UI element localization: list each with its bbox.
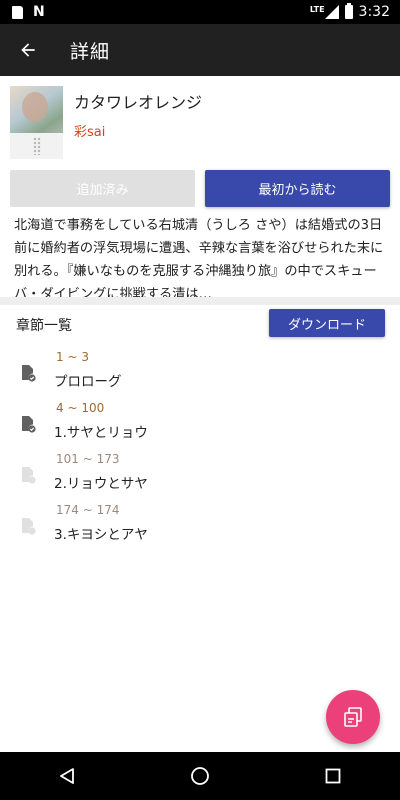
nav-recents-button[interactable] xyxy=(303,752,363,800)
signal-icon xyxy=(324,5,339,19)
section-divider xyxy=(0,297,400,305)
chapter-item[interactable]: 101 ~ 173 2.リョウとサヤ xyxy=(0,452,400,503)
chapter-item[interactable]: 174 ~ 174 3.キヨシとアヤ xyxy=(0,503,400,554)
page-title: 詳細 xyxy=(70,40,111,63)
nav-home-button[interactable] xyxy=(170,752,230,800)
app-bar: 詳細 xyxy=(0,24,400,76)
chapter-name: 3.キヨシとアヤ xyxy=(54,527,148,543)
book-author[interactable]: 彩sai xyxy=(74,121,105,140)
downloaded-file-icon xyxy=(22,365,36,382)
file-not-downloaded-icon xyxy=(22,467,36,484)
chapter-item[interactable]: 1 ~ 3 プロローグ xyxy=(0,350,400,401)
system-nav-bar xyxy=(0,752,400,800)
chapter-range: 1 ~ 3 xyxy=(56,350,89,364)
swap-reading-fab[interactable] xyxy=(326,690,380,744)
chapter-range: 4 ~ 100 xyxy=(56,401,105,415)
read-from-start-button[interactable]: 最初から読む xyxy=(205,170,390,207)
arrow-back-icon xyxy=(21,43,35,57)
chapter-name: 1.サヤとリョウ xyxy=(54,425,148,441)
chapter-range: 101 ~ 173 xyxy=(56,452,120,466)
chapter-name: 2.リョウとサヤ xyxy=(54,476,148,492)
chapter-range: 174 ~ 174 xyxy=(56,503,120,517)
download-button[interactable]: ダウンロード xyxy=(269,309,385,337)
status-bar: N LTE 3:32 xyxy=(0,0,400,24)
nav-back-icon xyxy=(59,768,74,784)
cover-placeholder-icon xyxy=(33,137,41,155)
chapter-list-heading: 章節一覧 xyxy=(16,318,72,334)
book-synopsis[interactable]: 北海道で事務をしている右城清（うしろ さや）は結婚式の3日前に婚約者の浮気現場に… xyxy=(14,214,386,306)
added-to-library-button[interactable]: 追加済み xyxy=(10,170,195,207)
file-not-downloaded-icon xyxy=(22,518,36,535)
status-time: 3:32 xyxy=(358,4,390,20)
downloaded-file-icon xyxy=(22,416,36,433)
swap-reading-icon xyxy=(344,707,362,727)
lte-label: LTE xyxy=(309,4,325,14)
back-button[interactable] xyxy=(0,24,56,76)
book-cover-image[interactable] xyxy=(10,86,63,159)
sd-card-icon xyxy=(12,5,23,19)
battery-icon xyxy=(344,3,353,19)
nav-recents-icon xyxy=(325,768,341,784)
book-header: カタワレオレンジ 彩sai xyxy=(0,76,400,166)
n-notification-icon: N xyxy=(33,4,45,20)
book-title: カタワレオレンジ xyxy=(74,93,203,112)
chapter-item[interactable]: 4 ~ 100 1.サヤとリョウ xyxy=(0,401,400,452)
chapter-name: プロローグ xyxy=(54,374,122,390)
nav-back-button[interactable] xyxy=(37,752,97,800)
nav-home-icon xyxy=(191,767,209,785)
